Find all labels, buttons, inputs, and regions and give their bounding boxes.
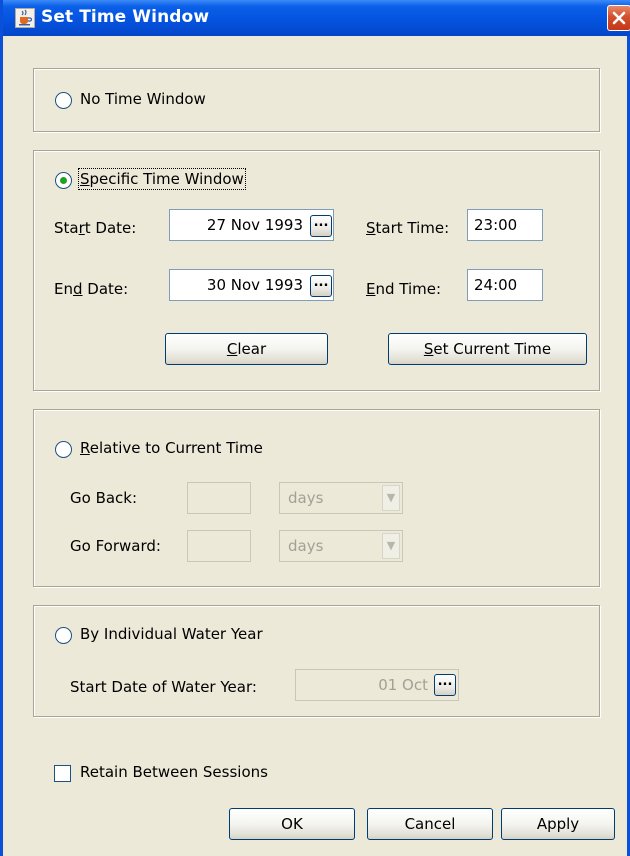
cancel-button[interactable]: Cancel xyxy=(367,808,493,840)
apply-button[interactable]: Apply xyxy=(501,808,615,840)
go-back-unit-select[interactable]: days ▼ xyxy=(279,482,403,514)
chevron-down-icon[interactable]: ▼ xyxy=(382,533,400,559)
water-year-label: By Individual Water Year xyxy=(80,625,263,643)
chevron-down-icon[interactable]: ▼ xyxy=(382,485,400,511)
relative-time-panel: Relative to Current Time Go Back: days ▼… xyxy=(33,409,600,587)
specific-time-window-label-rest: pecific Time Window xyxy=(89,170,244,188)
end-time-label: End Time: xyxy=(366,280,442,298)
end-time-field[interactable]: 24:00 xyxy=(467,269,543,301)
relative-time-radio[interactable] xyxy=(55,441,72,458)
no-time-window-label: No Time Window xyxy=(80,90,206,108)
start-date-label: Start Date: xyxy=(54,219,137,237)
no-time-window-panel: No Time Window xyxy=(33,68,600,132)
water-year-start-label: Start Date of Water Year: xyxy=(70,678,257,696)
java-cup-icon xyxy=(15,8,35,28)
window-title: Set Time Window xyxy=(41,7,210,27)
ok-button[interactable]: OK xyxy=(229,808,355,840)
end-date-picker-button[interactable]: ... xyxy=(310,275,332,297)
set-time-window-dialog: Set Time Window No Time Window Specific … xyxy=(0,0,630,856)
close-icon[interactable] xyxy=(607,5,630,31)
start-date-picker-button[interactable]: ... xyxy=(310,215,332,237)
clear-button[interactable]: Clear xyxy=(165,333,328,365)
title-bar[interactable]: Set Time Window xyxy=(3,0,630,36)
water-year-picker-button[interactable]: ... xyxy=(434,674,456,696)
go-back-field[interactable] xyxy=(187,482,251,514)
radio-selected-dot xyxy=(60,177,67,184)
end-date-label: End Date: xyxy=(54,280,129,298)
specific-time-window-radio[interactable] xyxy=(55,172,72,189)
go-forward-label: Go Forward: xyxy=(70,537,161,555)
no-time-window-radio[interactable] xyxy=(55,92,72,109)
retain-between-sessions-checkbox[interactable] xyxy=(54,765,71,782)
specific-time-window-label: Specific Time Window xyxy=(78,168,246,190)
start-time-label: Start Time: xyxy=(366,219,450,237)
go-forward-field[interactable] xyxy=(187,530,251,562)
retain-between-sessions-label: Retain Between Sessions xyxy=(80,763,268,781)
go-forward-unit-select[interactable]: days ▼ xyxy=(279,530,403,562)
relative-time-label: Relative to Current Time xyxy=(80,439,263,457)
start-time-field[interactable]: 23:00 xyxy=(467,209,543,241)
specific-time-window-panel: Specific Time Window Start Date: 27 Nov … xyxy=(33,150,600,391)
water-year-radio[interactable] xyxy=(55,627,72,644)
go-forward-unit-value: days xyxy=(288,537,324,555)
water-year-panel: By Individual Water Year Start Date of W… xyxy=(33,605,600,717)
go-back-label: Go Back: xyxy=(70,489,138,507)
set-current-time-button[interactable]: Set Current Time xyxy=(388,333,587,365)
go-back-unit-value: days xyxy=(288,489,324,507)
